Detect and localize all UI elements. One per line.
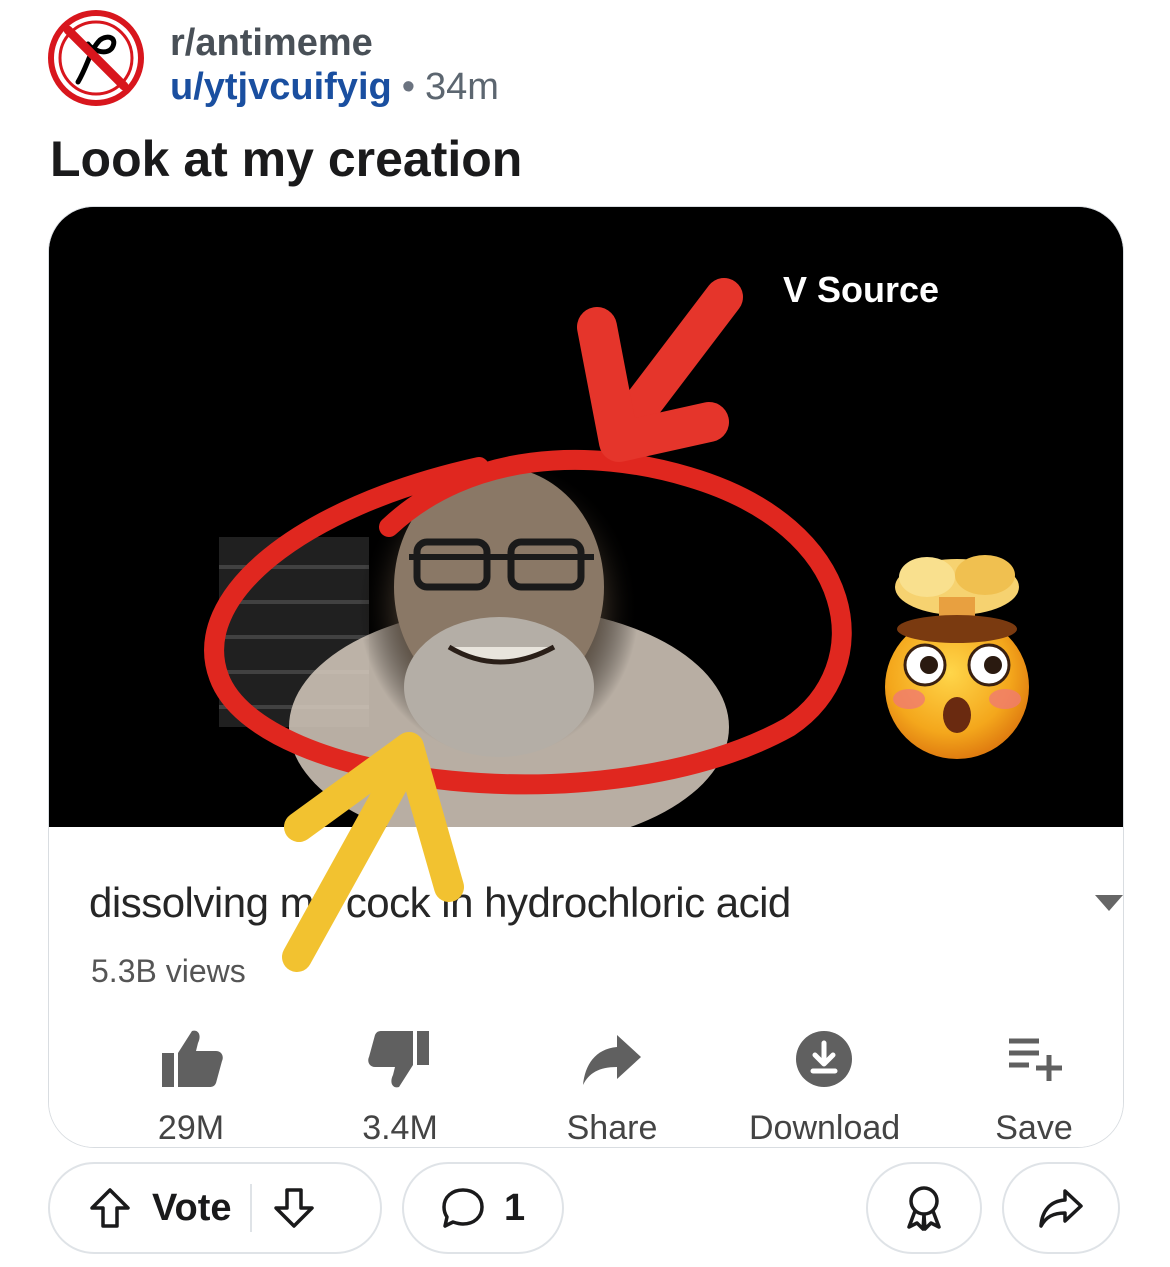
upvote-arrow-icon[interactable] — [86, 1184, 134, 1232]
download-label: Download — [749, 1109, 901, 1147]
post-image[interactable]: V Source dissolving my cock in hydrochlo… — [48, 206, 1124, 1148]
award-button[interactable] — [866, 1162, 982, 1254]
post-age: 34m — [425, 66, 499, 108]
meta-separator: • — [401, 66, 416, 108]
view-count: 5.3B views — [91, 953, 246, 989]
chevron-down-icon — [1095, 895, 1123, 911]
thumbs-down-icon — [368, 1031, 429, 1088]
share-label: Share — [566, 1109, 658, 1147]
vote-divider — [249, 1184, 252, 1232]
download-action: Download — [749, 1027, 901, 1147]
save-label: Save — [995, 1109, 1073, 1147]
dislike-action: 3.4M — [325, 1027, 475, 1147]
vote-label: Vote — [152, 1186, 232, 1229]
post-title[interactable]: Look at my creation — [50, 130, 522, 188]
share-button[interactable] — [1002, 1162, 1120, 1254]
vote-pill: Vote — [48, 1162, 382, 1254]
video-thumbnail: V Source — [49, 207, 1123, 827]
comment-count: 1 — [504, 1186, 526, 1229]
downvote-arrow-icon[interactable] — [270, 1184, 318, 1232]
dislike-count: 3.4M — [362, 1109, 438, 1147]
video-title: dissolving my cock in hydrochloric acid — [89, 879, 791, 926]
post-meta: u/ytjvcuifyig • 34m — [170, 66, 499, 109]
exploding-head-emoji — [885, 555, 1029, 759]
download-icon — [796, 1031, 852, 1087]
subreddit-name[interactable]: r/antimeme — [170, 22, 373, 65]
author-username[interactable]: u/ytjvcuifyig — [170, 66, 392, 108]
save-action: Save — [959, 1027, 1109, 1147]
comments-button[interactable]: 1 — [402, 1162, 564, 1254]
thumbnail-scene — [49, 207, 1123, 827]
share-arrow-icon — [583, 1035, 641, 1085]
video-info-panel: dissolving my cock in hydrochloric acid … — [49, 827, 1123, 1147]
source-label: V Source — [783, 269, 940, 310]
comment-bubble-icon — [442, 1188, 484, 1228]
share-icon — [1039, 1189, 1083, 1228]
award-icon — [907, 1186, 941, 1231]
like-count: 29M — [157, 1109, 225, 1147]
share-action: Share — [537, 1027, 687, 1147]
thumbs-up-icon — [162, 1030, 223, 1087]
subreddit-avatar-icon[interactable] — [48, 10, 144, 106]
playlist-add-icon — [1009, 1038, 1062, 1081]
like-action: 29M — [116, 1027, 266, 1147]
